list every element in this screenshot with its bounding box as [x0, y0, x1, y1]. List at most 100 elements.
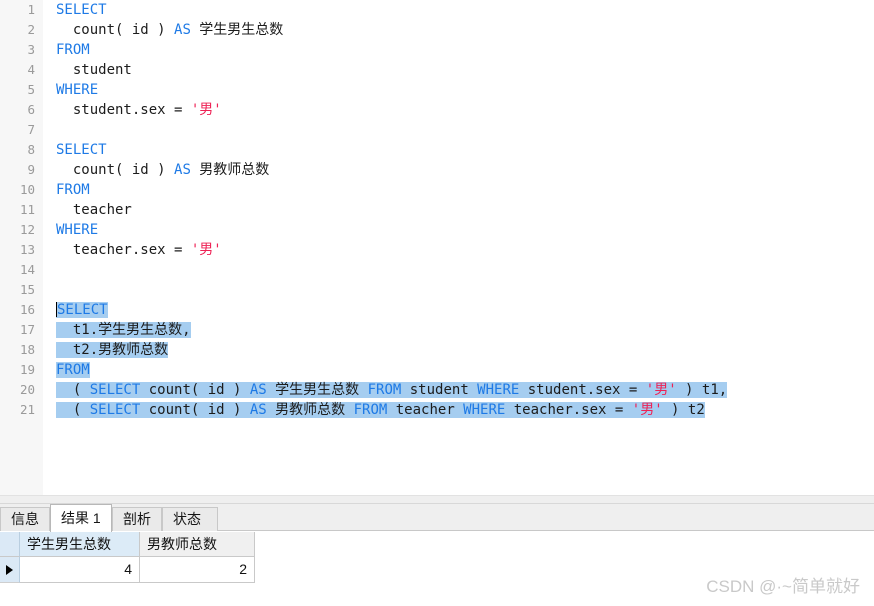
code-line[interactable]: count( id ) AS 男教师总数 — [43, 160, 874, 180]
sql-string-literal: '男' — [645, 382, 677, 398]
sql-text: count( id ) — [56, 22, 175, 38]
code-line[interactable]: WHERE — [43, 220, 874, 240]
line-number: 18 — [19, 342, 35, 357]
code-text: SELECT — [56, 142, 107, 158]
grid-column-header[interactable]: 男教师总数 — [140, 532, 255, 557]
sql-text: student — [56, 62, 132, 78]
sql-text: ( — [56, 402, 90, 418]
code-text: teacher — [56, 202, 132, 218]
sql-keyword: AS — [249, 402, 267, 418]
pane-splitter[interactable] — [0, 495, 874, 504]
code-text: FROM — [56, 182, 90, 198]
code-line[interactable] — [43, 280, 874, 300]
text-caret — [56, 302, 57, 317]
code-text: student — [56, 62, 132, 78]
code-line[interactable]: student.sex = '男' — [43, 100, 874, 120]
line-number: 8 — [27, 142, 35, 157]
code-text: teacher.sex = '男' — [56, 242, 222, 258]
sql-keyword: SELECT — [56, 142, 107, 158]
sql-text: ) t1, — [676, 382, 728, 398]
code-line[interactable]: FROM — [43, 40, 874, 60]
code-text: student.sex = '男' — [56, 102, 222, 118]
code-line[interactable]: SELECT — [43, 0, 874, 20]
sql-editor-pane[interactable]: 1 2 3 4 5 6 7 8 9 10 11 12 13 14 15 16 17 18 19 20 21 SELECT… — [0, 0, 874, 495]
line-number: 6 — [27, 102, 35, 117]
sql-text: teacher.sex = — [505, 402, 632, 418]
result-tab[interactable]: 状态 — [162, 507, 218, 531]
selected-code-text: ( SELECT count( id ) AS 学生男生总数 FROM stud… — [56, 382, 728, 398]
sql-text: student.sex = — [519, 382, 646, 398]
line-number: 20 — [19, 382, 35, 397]
code-line[interactable]: teacher.sex = '男' — [43, 240, 874, 260]
sql-text: teacher — [387, 402, 464, 418]
code-text: FROM — [56, 42, 90, 58]
code-text: WHERE — [56, 82, 98, 98]
selected-code-text: t1.学生男生总数, — [56, 322, 191, 338]
code-line[interactable]: SELECT — [43, 140, 874, 160]
current-row-arrow-icon — [6, 565, 13, 575]
sql-keyword: SELECT — [57, 302, 108, 318]
code-line[interactable]: ( SELECT count( id ) AS 学生男生总数 FROM stud… — [43, 380, 874, 400]
sql-string-literal: '男' — [190, 242, 222, 258]
code-line[interactable]: teacher — [43, 200, 874, 220]
code-line[interactable]: FROM — [43, 180, 874, 200]
sql-text: count( id ) — [140, 402, 250, 418]
line-number: 7 — [27, 122, 35, 137]
line-number: 3 — [27, 42, 35, 57]
result-tab[interactable]: 剖析 — [112, 507, 162, 531]
sql-keyword: SELECT — [89, 402, 141, 418]
code-line[interactable]: WHERE — [43, 80, 874, 100]
selected-code-text: ( SELECT count( id ) AS 男教师总数 FROM teach… — [56, 402, 705, 418]
sql-code-area[interactable]: SELECT count( id ) AS 学生男生总数 FROM student… — [43, 0, 874, 495]
sql-string-literal: '男' — [631, 402, 663, 418]
code-line[interactable]: count( id ) AS 学生男生总数 — [43, 20, 874, 40]
code-line[interactable] — [43, 260, 874, 280]
grid-cell[interactable]: 2 — [140, 557, 255, 583]
code-line[interactable]: ( SELECT count( id ) AS 男教师总数 FROM teach… — [43, 400, 874, 420]
sql-text: ( — [56, 382, 90, 398]
line-number: 2 — [27, 22, 35, 37]
code-line[interactable]: SELECT — [43, 300, 874, 320]
result-tab[interactable]: 结果 1 — [50, 504, 112, 532]
selected-code-text: FROM — [56, 362, 90, 378]
sql-text: student — [401, 382, 478, 398]
sql-keyword: WHERE — [56, 222, 99, 238]
grid-column-header[interactable]: 学生男生总数 — [20, 532, 140, 557]
sql-keyword: FROM — [56, 182, 90, 198]
sql-editor-window: 1 2 3 4 5 6 7 8 9 10 11 12 13 14 15 16 17 18 19 20 21 SELECT… — [0, 0, 874, 606]
code-line[interactable]: student — [43, 60, 874, 80]
line-number: 4 — [27, 62, 35, 77]
sql-keyword: SELECT — [56, 2, 107, 18]
sql-text: t2.男教师总数 — [56, 342, 169, 358]
grid-cell[interactable]: 4 — [20, 557, 140, 583]
sql-keyword: FROM — [56, 362, 90, 378]
sql-text: t1.学生男生总数, — [56, 322, 191, 338]
selected-code-text: t2.男教师总数 — [56, 342, 169, 358]
sql-text: 学生男生总数 — [190, 22, 284, 38]
sql-keyword: AS — [174, 22, 191, 38]
code-line[interactable]: t2.男教师总数 — [43, 340, 874, 360]
grid-row-header[interactable] — [0, 557, 20, 583]
sql-keyword: SELECT — [89, 382, 141, 398]
sql-keyword: WHERE — [463, 402, 506, 418]
code-line[interactable] — [43, 120, 874, 140]
code-line[interactable]: FROM — [43, 360, 874, 380]
sql-text: 男教师总数 — [266, 402, 354, 418]
code-line[interactable]: t1.学生男生总数, — [43, 320, 874, 340]
line-number: 5 — [27, 82, 35, 97]
sql-text: 男教师总数 — [190, 162, 270, 178]
sql-text: ) t2 — [662, 402, 705, 418]
line-number: 16 — [19, 302, 35, 317]
sql-text: student.sex = — [56, 102, 191, 118]
result-tab-bar[interactable]: 信息 结果 1 剖析 状态 — [0, 504, 874, 532]
line-number: 17 — [19, 322, 35, 337]
sql-keyword: WHERE — [477, 382, 520, 398]
line-number: 11 — [19, 202, 35, 217]
sql-keyword: WHERE — [56, 82, 99, 98]
result-tab[interactable]: 信息 — [0, 507, 50, 531]
sql-text: count( id ) — [56, 162, 175, 178]
sql-keyword: AS — [174, 162, 191, 178]
line-number: 9 — [27, 162, 35, 177]
